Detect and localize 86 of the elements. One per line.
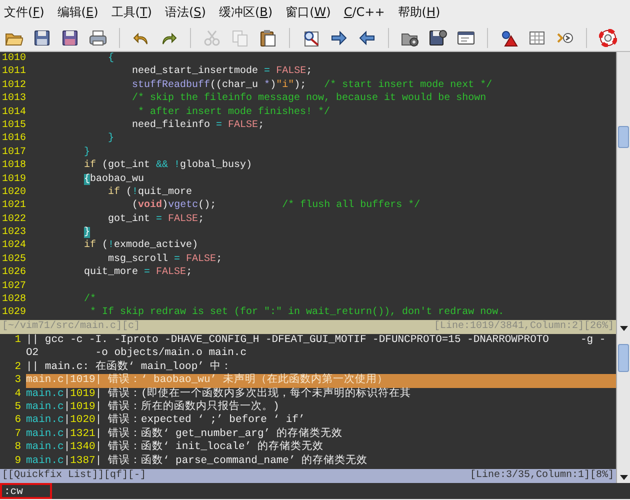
code-line: stuffReadbuff((char_u *)"i"); /* start insert mode next */	[131, 78, 492, 92]
line-number: 1	[14, 334, 22, 348]
line-number: 1029	[1, 306, 28, 320]
line-number: 7	[14, 428, 22, 442]
menu-item[interactable]: C/C++	[344, 3, 385, 21]
line-number: 1010	[1, 52, 28, 66]
line-number: 1012	[1, 78, 28, 92]
line-number: 1018	[1, 159, 28, 173]
quickfix-entry[interactable]: main.c|1321| 错误：函数‘ get_number_arg’ 的存储类无效	[26, 428, 616, 442]
scroll-down-arrow-icon[interactable]	[619, 472, 629, 482]
quickfix-entry[interactable]: main.c|1340| 错误：函数‘ init_locale’ 的存储类无效	[26, 441, 616, 455]
save-icon[interactable]	[33, 28, 51, 46]
menu-item[interactable]: 缓冲区(B)	[218, 3, 273, 21]
menu-item[interactable]: 文件(F)	[4, 3, 44, 21]
scrollbar[interactable]	[616, 334, 630, 483]
code-line: }	[107, 132, 114, 146]
code-line: need_start_insertmode = FALSE;	[131, 65, 312, 79]
code-line: if (!exmode_active)	[83, 239, 198, 253]
code-line: if (got_int && !global_busy)	[83, 159, 252, 173]
find-replace-icon[interactable]	[302, 28, 320, 46]
floppy-gear-icon[interactable]	[429, 28, 447, 46]
line-number: 1028	[1, 293, 28, 306]
code-line: * after insert mode finishes! */	[137, 106, 330, 119]
menu-item[interactable]: 帮助(H)	[398, 3, 440, 21]
status-file: [~/vim71/src/main.c][c]	[2, 320, 140, 334]
line-number: 1015	[1, 118, 28, 132]
code-line: need_fileinfo = FALSE;	[131, 118, 264, 132]
code-line: * If skip redraw is set (for ":" in wait_return()), don't redraw now.	[89, 306, 504, 320]
quickfix-entry[interactable]: main.c|1020| 错误：expected ‘ ;’ before ‘ if’	[26, 414, 616, 428]
quickfix-entry[interactable]: || main.c: 在函数‘ main_loop’ 中：	[26, 360, 616, 374]
quickfix-entry[interactable]: main.c|1019| 错误：(即使在一个函数内多次出现，每个未声明的标识符在其	[26, 388, 616, 401]
code-line: /* skip the fileinfo message now, because it would be shown	[131, 92, 486, 106]
line-number: 1013	[1, 92, 28, 106]
line-number: 1019	[1, 172, 28, 186]
scroll-down-arrow-icon[interactable]	[619, 323, 629, 333]
code-line: (void)vgetc(); /* flush all buffers */	[131, 199, 420, 213]
code-line: {	[107, 52, 114, 66]
code-line: if (!quit_more	[107, 186, 192, 200]
line-number: 1021	[1, 199, 28, 213]
line-number: 1011	[1, 65, 28, 79]
print-icon[interactable]	[89, 28, 107, 46]
lifebuoy-icon[interactable]	[599, 28, 617, 46]
line-number: 1016	[1, 132, 28, 146]
line-number: 1026	[1, 266, 28, 280]
line-number: 2	[14, 360, 22, 374]
line-number: 1022	[1, 212, 28, 226]
scroll-thumb[interactable]	[618, 344, 629, 372]
line-number: 4	[14, 388, 22, 401]
line-number: 1014	[1, 106, 28, 119]
scroll-thumb[interactable]	[618, 126, 629, 148]
line-number: 1020	[1, 186, 28, 200]
menu-item[interactable]: 窗口(W)	[286, 3, 331, 21]
code-line: /*	[83, 293, 96, 306]
code-line: msg_scroll = FALSE;	[107, 252, 222, 266]
menu-item[interactable]: 语法(S)	[164, 3, 206, 21]
paste-icon[interactable]	[259, 28, 277, 46]
line-number: 6	[14, 414, 22, 428]
quickfix-entry[interactable]: || gcc -c -I. -Iproto -DHAVE_CONFIG_H -DFEAT_GUI_MOTIF -DFUNCPROTO=15 -DNARROWPROTO -g -	[26, 334, 616, 348]
left-arrow-icon[interactable]	[358, 28, 376, 46]
line-number: 1024	[1, 239, 28, 253]
status-file: [[Quickfix List]][qf][-]	[2, 469, 146, 483]
menu-item[interactable]: 工具(T)	[111, 3, 152, 21]
window-icon[interactable]	[457, 28, 475, 46]
line-number: 1017	[1, 146, 28, 160]
quickfix-entry-wrapped-line: O2 -o objects/main.o main.c	[26, 347, 248, 360]
line-number: 1027	[1, 280, 28, 294]
menu-item[interactable]: 编辑(E)	[57, 3, 98, 21]
status-position: [Line:3/35,Column:1][8%]	[470, 469, 614, 483]
line-number: 9	[14, 454, 22, 468]
scrollbar[interactable]	[616, 52, 630, 334]
line-number: 8	[14, 441, 22, 455]
line-number: 5	[14, 400, 22, 414]
code-line: got_int = FALSE;	[107, 212, 204, 226]
line-number: 1023	[1, 226, 28, 240]
table-icon[interactable]	[528, 28, 546, 46]
quickfix-entry[interactable]: main.c|1019| 错误：所在的函数内只报告一次。)	[26, 400, 616, 414]
right-arrow-icon[interactable]	[330, 28, 348, 46]
line-number: 1025	[1, 252, 28, 266]
quickfix-entry[interactable]: main.c|1387| 错误：函数‘ parse_command_name’ 的存储类无效	[26, 454, 616, 468]
code-line: }	[83, 146, 90, 160]
status-position: [Line:1019/3841,Column:2][26%]	[434, 320, 614, 334]
code-line: {baobao_wu	[83, 172, 144, 186]
line-number: 3	[14, 374, 22, 388]
code-line: quit_more = FALSE;	[83, 266, 192, 280]
save-all-icon[interactable]	[61, 28, 79, 46]
shapes-icon[interactable]	[500, 28, 518, 46]
